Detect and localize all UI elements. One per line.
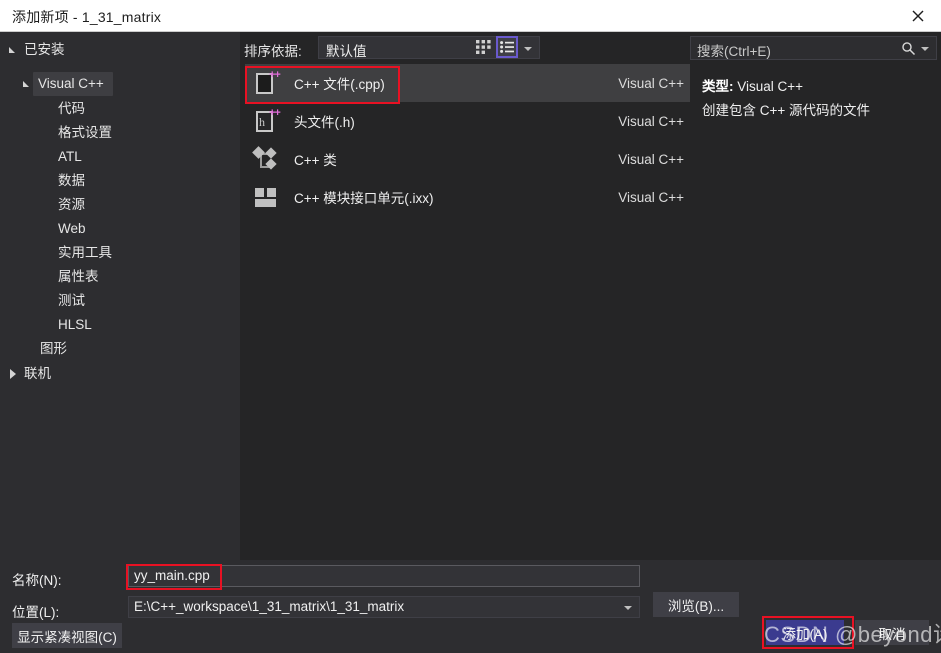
cpp-file-icon: ++ bbox=[254, 70, 281, 96]
template-name: C++ 文件(.cpp) bbox=[294, 77, 385, 92]
tree-node-label: 资源 bbox=[58, 197, 85, 212]
tree-node-label: HLSL bbox=[58, 317, 92, 332]
show-compact-view-button[interactable]: 显示紧凑视图(C) bbox=[12, 623, 122, 648]
detail-type-label: 类型: bbox=[702, 79, 734, 94]
tree-node-label: 实用工具 bbox=[58, 245, 112, 260]
detail-type-value: Visual C++ bbox=[737, 79, 804, 94]
tree-node-label: 已安装 bbox=[24, 42, 65, 57]
list-view-button[interactable] bbox=[496, 36, 518, 58]
tree-node-label: 图形 bbox=[40, 341, 67, 356]
close-icon bbox=[912, 10, 924, 21]
location-value: E:\C++_workspace\1_31_matrix\1_31_matrix bbox=[134, 599, 405, 614]
detail-type: 类型: Visual C++ bbox=[702, 75, 803, 95]
tree-node-visual-cpp[interactable]: Visual C++ bbox=[22, 71, 113, 96]
expander-triangle-icon[interactable] bbox=[8, 44, 20, 56]
grid-view-button[interactable] bbox=[472, 36, 494, 58]
chevron-down-icon bbox=[624, 606, 632, 610]
template-list-toolbar: 排序依据: 默认值 bbox=[240, 32, 690, 64]
tree-node-formatting[interactable]: 格式设置 bbox=[42, 122, 112, 143]
search-icon bbox=[902, 42, 916, 56]
template-row-cpp-module[interactable]: C++ 模块接口单元(.ixx) Visual C++ bbox=[245, 178, 690, 216]
tree-node-resource[interactable]: 资源 bbox=[42, 194, 85, 215]
tree-node-installed[interactable]: 已安装 bbox=[8, 39, 65, 60]
tree-node-property-sheet[interactable]: 属性表 bbox=[42, 266, 99, 287]
detail-description: 创建包含 C++ 源代码的文件 bbox=[702, 103, 871, 118]
tree-node-utility[interactable]: 实用工具 bbox=[42, 242, 112, 263]
installed-tree-pane: 已安装 Visual C++ 代码 格式设置 ATL 数据 资源 Web 实用工… bbox=[0, 32, 240, 560]
search-placeholder: 搜索(Ctrl+E) bbox=[697, 44, 771, 59]
template-source: Visual C++ bbox=[618, 189, 684, 205]
tree-node-label: 联机 bbox=[24, 366, 51, 381]
browse-button[interactable]: 浏览(B)... bbox=[653, 592, 739, 617]
tree-node-label: ATL bbox=[58, 149, 82, 164]
cpp-class-icon bbox=[252, 146, 280, 172]
tree-node-label: Visual C++ bbox=[33, 71, 113, 96]
template-name: C++ 模块接口单元(.ixx) bbox=[294, 191, 434, 206]
sort-by-label: 排序依据: bbox=[244, 44, 302, 59]
template-row-header-file[interactable]: h ++ 头文件(.h) Visual C++ bbox=[245, 102, 690, 140]
tree-node-label: 属性表 bbox=[58, 269, 99, 284]
title-bar: 添加新项 - 1_31_matrix bbox=[0, 0, 941, 32]
list-view-icon bbox=[500, 41, 514, 53]
cpp-module-icon bbox=[254, 184, 280, 210]
tree-node-label: 测试 bbox=[58, 293, 85, 308]
name-input-value: yy_main.cpp bbox=[134, 568, 210, 583]
tree-node-atl[interactable]: ATL bbox=[42, 146, 82, 167]
dialog-title: 添加新项 - 1_31_matrix bbox=[12, 9, 162, 25]
tree-node-label: 格式设置 bbox=[58, 125, 112, 140]
tree-node-code[interactable]: 代码 bbox=[42, 98, 85, 119]
tree-node-online[interactable]: 联机 bbox=[8, 363, 51, 384]
tree-node-test[interactable]: 测试 bbox=[42, 290, 85, 311]
chevron-down-icon[interactable] bbox=[921, 47, 929, 51]
header-file-icon: h ++ bbox=[254, 108, 281, 134]
template-name: 头文件(.h) bbox=[294, 115, 355, 130]
search-input[interactable]: 搜索(Ctrl+E) bbox=[690, 36, 937, 60]
tree-node-label: 代码 bbox=[58, 101, 85, 116]
template-details-pane: 类型: Visual C++ 创建包含 C++ 源代码的文件 bbox=[690, 64, 941, 560]
template-name: C++ 类 bbox=[294, 153, 337, 168]
location-combo[interactable]: E:\C++_workspace\1_31_matrix\1_31_matrix bbox=[128, 596, 640, 618]
tree-node-web[interactable]: Web bbox=[42, 218, 86, 239]
tree-node-label: Web bbox=[58, 221, 86, 236]
template-source: Visual C++ bbox=[618, 75, 684, 91]
expander-triangle-icon[interactable] bbox=[22, 78, 34, 90]
grid-view-icon bbox=[475, 40, 491, 54]
template-row-cpp-file[interactable]: ++ C++ 文件(.cpp) Visual C++ bbox=[245, 64, 690, 102]
cancel-button[interactable]: 取消 bbox=[855, 620, 929, 645]
name-input[interactable]: yy_main.cpp bbox=[128, 565, 640, 587]
add-new-item-dialog: 添加新项 - 1_31_matrix 已安装 Visual C++ 代码 格式设… bbox=[0, 0, 941, 653]
name-label: 名称(N): bbox=[12, 573, 62, 588]
add-button[interactable]: 添加(A) bbox=[766, 620, 844, 645]
tree-node-data[interactable]: 数据 bbox=[42, 170, 85, 191]
template-list: ++ C++ 文件(.cpp) Visual C++ h ++ 头文件(.h) … bbox=[245, 64, 690, 560]
tree-node-hlsl[interactable]: HLSL bbox=[42, 314, 92, 335]
chevron-down-icon bbox=[524, 47, 532, 51]
sort-by-value: 默认值 bbox=[326, 44, 367, 59]
location-label: 位置(L): bbox=[12, 605, 60, 620]
expander-triangle-icon[interactable] bbox=[8, 368, 20, 380]
template-row-cpp-class[interactable]: C++ 类 Visual C++ bbox=[245, 140, 690, 178]
close-button[interactable] bbox=[895, 0, 941, 31]
tree-node-graphics[interactable]: 图形 bbox=[24, 338, 67, 359]
tree-node-label: 数据 bbox=[58, 173, 85, 188]
template-source: Visual C++ bbox=[618, 113, 684, 129]
template-source: Visual C++ bbox=[618, 151, 684, 167]
